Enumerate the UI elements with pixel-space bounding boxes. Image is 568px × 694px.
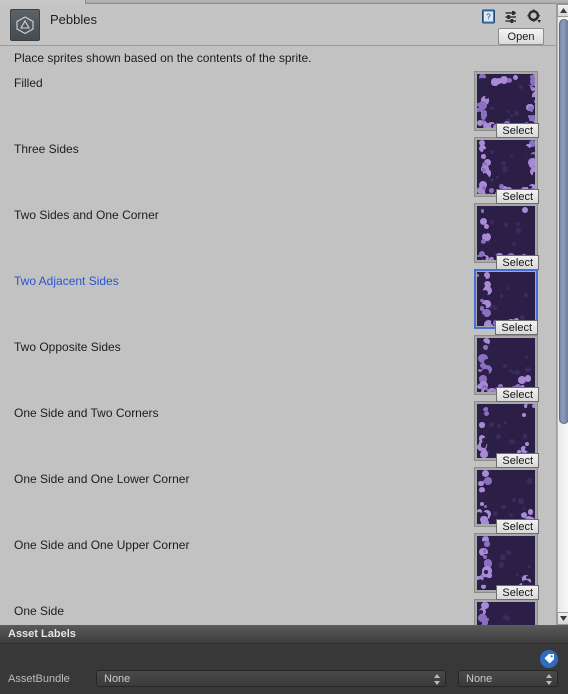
assetbundle-variant-value: None	[466, 673, 493, 685]
sprite-row-label[interactable]: Two Sides and One Corner	[14, 208, 159, 222]
sprite-preview	[477, 206, 535, 260]
sprite-thumbnail-slot[interactable]: Select	[474, 71, 539, 138]
vertical-scrollbar[interactable]	[556, 4, 568, 625]
sprite-row: Filled Select	[0, 71, 556, 138]
select-button[interactable]: Select	[496, 453, 539, 468]
asset-labels-panel: Asset Labels AssetBundle None None	[0, 625, 568, 694]
sprite-list-area: Place sprites shown based on the content…	[0, 47, 556, 625]
help-icon[interactable]: ?	[481, 9, 496, 24]
asset-labels-title: Asset Labels	[8, 628, 76, 640]
open-button[interactable]: Open	[498, 28, 544, 45]
inspector-header: Pebbles ? Open	[0, 4, 556, 46]
sprite-preview	[477, 74, 535, 128]
sprite-preview	[477, 272, 535, 326]
asset-labels-header[interactable]: Asset Labels	[0, 626, 568, 644]
sprite-thumbnail-slot[interactable]: Select	[474, 137, 539, 204]
assetbundle-name-value: None	[104, 673, 131, 685]
select-button[interactable]: Select	[496, 255, 539, 270]
sprite-row: One Side and One Upper Corner Select	[0, 533, 556, 600]
chevron-updown-icon	[545, 674, 552, 685]
sprite-row: Two Adjacent Sides Select	[0, 269, 556, 335]
sprite-row-label[interactable]: Two Opposite Sides	[14, 340, 121, 354]
sprite-row: One Side Select	[0, 599, 556, 625]
assetbundle-name-dropdown[interactable]: None	[96, 670, 446, 687]
sprite-row-label[interactable]: Three Sides	[14, 142, 79, 156]
sprite-row: One Side and One Lower Corner Select	[0, 467, 556, 534]
sprite-preview	[477, 140, 535, 194]
sprite-thumbnail-slot[interactable]: Select	[474, 203, 539, 270]
sprite-row: One Side and Two Corners Select	[0, 401, 556, 468]
gear-icon[interactable]	[527, 9, 542, 24]
sprite-thumbnail-slot[interactable]: Select	[474, 335, 539, 402]
sprite-row-label[interactable]: One Side	[14, 604, 64, 618]
select-button[interactable]: Select	[496, 189, 539, 204]
sprite-preview	[477, 536, 535, 590]
select-button[interactable]: Select	[496, 123, 539, 138]
scroll-up-arrow[interactable]	[557, 4, 568, 17]
sprite-row-label[interactable]: One Side and One Upper Corner	[14, 538, 189, 552]
inspector-window: Pebbles ? Open Place sprites shown based…	[0, 0, 568, 694]
sprite-row-label[interactable]: One Side and Two Corners	[14, 406, 159, 420]
tag-icon[interactable]	[540, 650, 558, 668]
sprite-row: Two Sides and One Corner Select	[0, 203, 556, 270]
sprite-row-label[interactable]: One Side and One Lower Corner	[14, 472, 189, 486]
sprite-row-label[interactable]: Filled	[14, 76, 43, 90]
sprite-preview	[477, 602, 535, 625]
scroll-down-arrow[interactable]	[557, 612, 568, 625]
header-icon-group: ?	[481, 9, 542, 24]
sprite-row-list: Filled Select Three Sides Select Two Sides a…	[0, 71, 556, 625]
select-button[interactable]: Select	[496, 519, 539, 534]
select-button[interactable]: Select	[495, 320, 538, 335]
select-button[interactable]: Select	[496, 585, 539, 600]
scrollbar-thumb[interactable]	[559, 19, 568, 424]
assetbundle-label: AssetBundle	[8, 673, 70, 685]
sprite-preview	[477, 338, 535, 392]
sprite-thumbnail-slot[interactable]: Select	[474, 269, 538, 335]
sprite-preview	[477, 470, 535, 524]
sprite-preview	[477, 404, 535, 458]
svg-text:?: ?	[486, 13, 491, 22]
sprite-thumbnail-slot[interactable]: Select	[474, 533, 539, 600]
page-title: Pebbles	[50, 12, 97, 27]
select-button[interactable]: Select	[496, 387, 539, 402]
chevron-updown-icon	[433, 674, 440, 685]
sprite-row: Three Sides Select	[0, 137, 556, 204]
preset-icon[interactable]	[504, 9, 519, 24]
sprite-thumbnail-slot[interactable]: Select	[474, 599, 538, 625]
sprite-row: Two Opposite Sides Select	[0, 335, 556, 402]
sprite-thumbnail-slot[interactable]: Select	[474, 467, 539, 534]
asset-labels-body: AssetBundle None None	[0, 645, 568, 694]
description-text: Place sprites shown based on the content…	[14, 51, 312, 65]
sprite-row-label[interactable]: Two Adjacent Sides	[14, 274, 119, 288]
assetbundle-variant-dropdown[interactable]: None	[458, 670, 558, 687]
unity-asset-icon	[10, 9, 40, 41]
scrollbar-track[interactable]	[557, 17, 568, 612]
sprite-thumbnail-slot[interactable]: Select	[474, 401, 539, 468]
